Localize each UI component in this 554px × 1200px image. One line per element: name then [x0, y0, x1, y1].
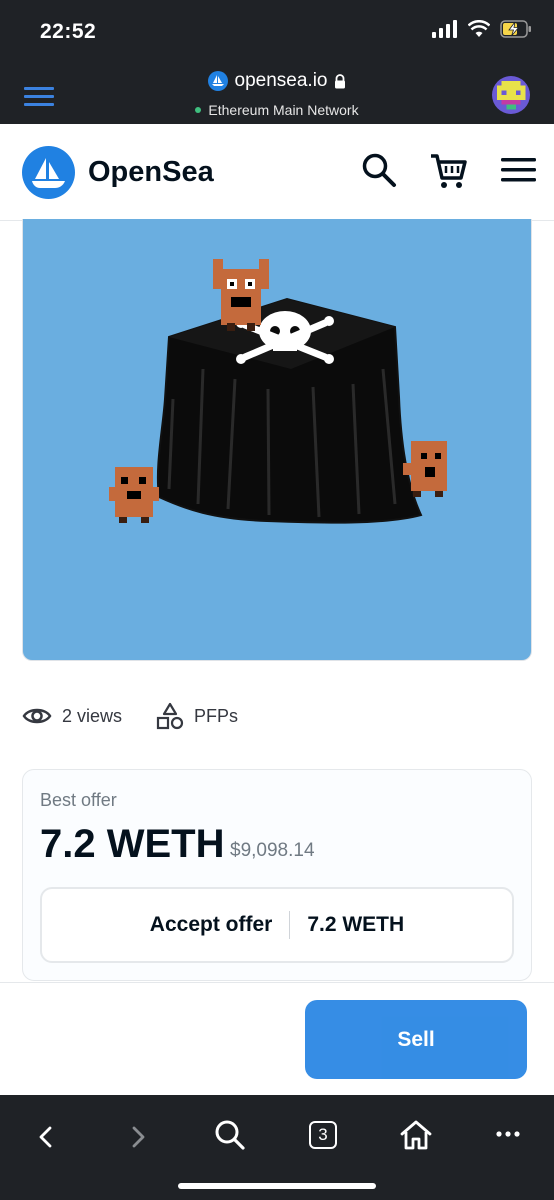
tabs-icon[interactable]: 3	[309, 1121, 337, 1149]
battery-icon	[500, 20, 531, 38]
opensea-icon	[207, 71, 228, 91]
forward-icon[interactable]	[128, 1125, 148, 1149]
avatar[interactable]	[492, 76, 530, 114]
network-name: Ethereum Main Network	[208, 102, 359, 118]
status-time: 22:52	[40, 20, 97, 43]
best-offer-price: 7.2 WETH	[40, 822, 225, 866]
menu-icon[interactable]	[501, 156, 536, 184]
views-count: 2 views	[62, 705, 123, 726]
best-offer-label: Best offer	[40, 790, 117, 810]
network-status-dot	[195, 107, 202, 113]
best-offer-card: Best offer 7.2 WETH $9,098.14 Accept off…	[22, 769, 532, 981]
divider	[289, 911, 291, 939]
nft-image[interactable]	[22, 219, 532, 661]
browser-url-bar: opensea.io Ethereum Main Network	[0, 62, 554, 124]
home-indicator	[178, 1183, 376, 1189]
status-icons	[432, 20, 532, 38]
eye-icon	[22, 708, 52, 724]
category-label: PFPs	[194, 705, 239, 726]
lock-icon	[335, 73, 346, 88]
wifi-icon	[468, 20, 490, 37]
best-offer-usd: $9,098.14	[230, 840, 315, 861]
url-display[interactable]: opensea.io Ethereum Main Network	[0, 70, 554, 118]
action-footer: Sell	[0, 982, 554, 1096]
search-icon[interactable]	[214, 1119, 246, 1151]
views-stat: 2 views	[22, 705, 122, 727]
accept-offer-price: 7.2 WETH	[307, 913, 405, 936]
home-icon[interactable]	[399, 1119, 433, 1151]
back-icon[interactable]	[36, 1125, 56, 1149]
item-stats: 2 views PFPs	[22, 700, 238, 732]
status-bar: 22:52	[0, 0, 554, 62]
accept-offer-label: Accept offer	[149, 913, 273, 936]
search-icon[interactable]	[361, 152, 397, 188]
category-stat[interactable]: PFPs	[156, 702, 238, 730]
more-icon[interactable]	[496, 1131, 520, 1137]
cart-icon[interactable]	[429, 152, 467, 190]
signal-icon	[432, 20, 457, 38]
shapes-icon	[156, 702, 184, 730]
brand-name[interactable]: OpenSea	[88, 156, 214, 189]
site-header: OpenSea	[0, 124, 554, 221]
opensea-logo[interactable]	[22, 146, 75, 199]
sell-button[interactable]: Sell	[305, 1000, 527, 1079]
url-host: opensea.io	[234, 70, 328, 91]
browser-toolbar: 3	[0, 1095, 554, 1200]
tab-count: 3	[318, 1125, 328, 1144]
accept-offer-button[interactable]: Accept offer 7.2 WETH	[40, 887, 514, 963]
